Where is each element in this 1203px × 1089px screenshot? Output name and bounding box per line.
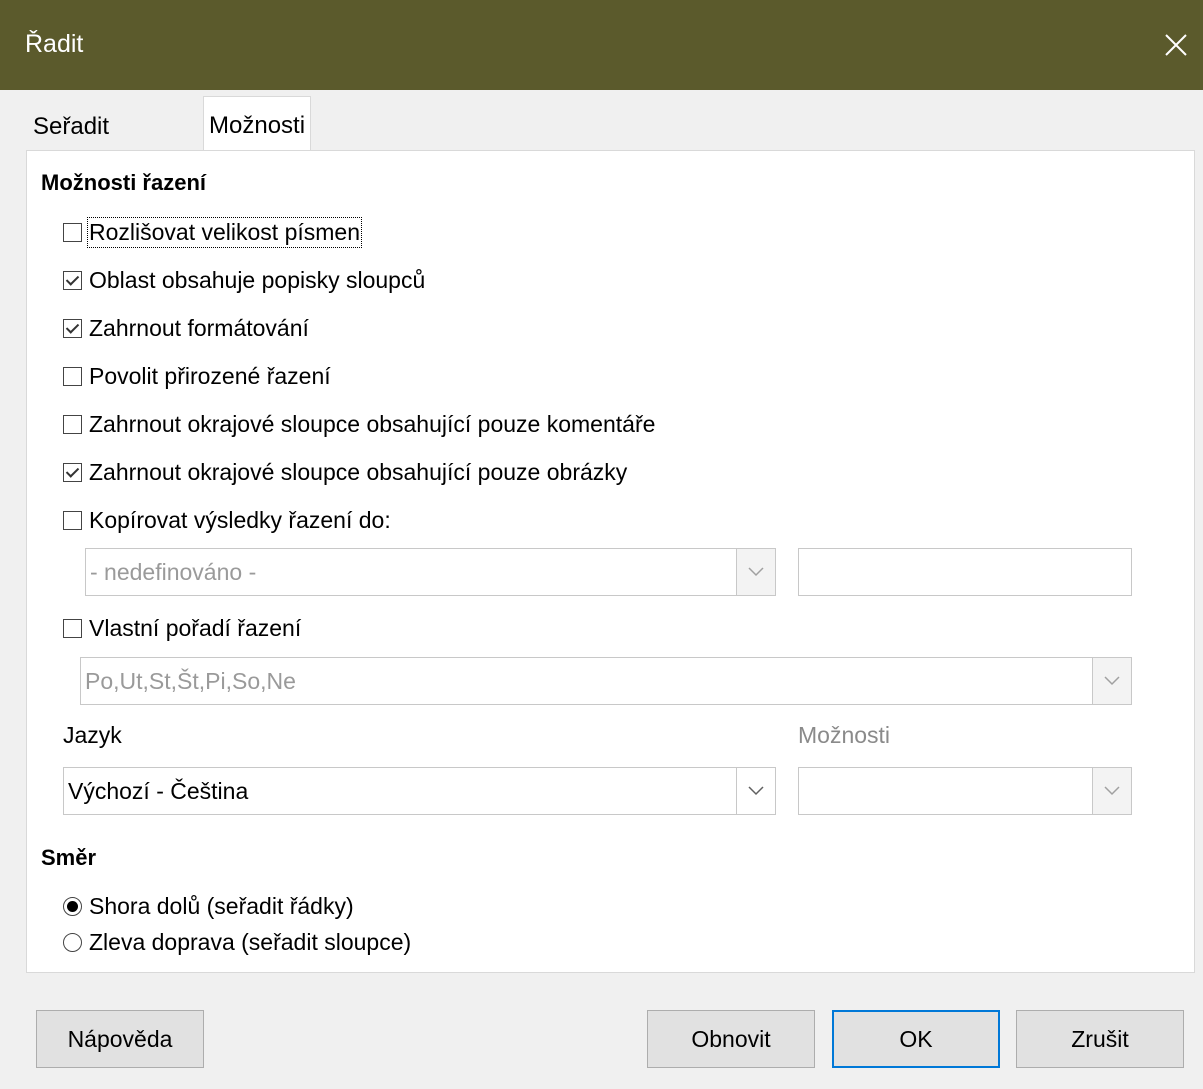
custom-order-checkbox[interactable] xyxy=(63,618,82,638)
language-label: Jazyk xyxy=(63,722,122,748)
custom-order-value: Po,Ut,St,Št,Pi,So,Ne xyxy=(85,668,296,694)
natural-sort-checkbox[interactable] xyxy=(63,366,82,386)
sort-options-heading: Možnosti řazení xyxy=(41,170,207,195)
include-images-checkbox[interactable] xyxy=(63,462,82,482)
tab-sort-criteria[interactable]: Seřadit podle xyxy=(28,104,114,186)
column-labels-label: Oblast obsahuje popisky sloupců xyxy=(89,266,426,293)
left-to-right-label: Zleva doprava (seřadit sloupce) xyxy=(89,928,412,955)
algorithm-options-label: Možnosti xyxy=(798,722,891,748)
include-formats-checkbox[interactable] xyxy=(63,318,82,338)
include-images-option[interactable]: Zahrnout okrajové sloupce obsahující pou… xyxy=(63,456,627,488)
copy-target-value: - nedefinováno - xyxy=(90,559,257,585)
chevron-down-icon[interactable] xyxy=(1092,768,1131,814)
direction-heading: Směr xyxy=(41,845,97,870)
copy-results-label: Kopírovat výsledky řazení do: xyxy=(89,506,391,533)
chevron-down-icon[interactable] xyxy=(736,549,775,595)
copy-results-option[interactable]: Kopírovat výsledky řazení do: xyxy=(63,504,391,536)
include-formats-label: Zahrnout formátování xyxy=(89,314,309,341)
top-to-bottom-radio[interactable] xyxy=(63,896,82,916)
help-button[interactable]: Nápověda xyxy=(36,1010,204,1068)
custom-order-option[interactable]: Vlastní pořadí řazení xyxy=(63,612,301,644)
top-to-bottom-label: Shora dolů (seřadit řádky) xyxy=(89,892,354,919)
column-labels-checkbox[interactable] xyxy=(63,270,82,290)
include-comments-checkbox[interactable] xyxy=(63,414,82,434)
custom-order-select[interactable]: Po,Ut,St,Št,Pi,So,Ne xyxy=(80,657,1132,705)
case-sensitive-checkbox[interactable] xyxy=(63,222,82,242)
chevron-down-icon[interactable] xyxy=(1092,658,1131,704)
dialog-title: Řadit xyxy=(25,30,84,58)
natural-sort-option[interactable]: Povolit přirozené řazení xyxy=(63,360,331,392)
custom-order-label: Vlastní pořadí řazení xyxy=(89,614,302,641)
copy-results-checkbox[interactable] xyxy=(63,510,82,530)
chevron-down-icon[interactable] xyxy=(736,768,775,814)
reset-button[interactable]: Obnovit xyxy=(647,1010,815,1068)
left-to-right-option[interactable]: Zleva doprava (seřadit sloupce) xyxy=(63,926,411,958)
close-icon[interactable] xyxy=(1155,24,1197,66)
include-comments-label: Zahrnout okrajové sloupce obsahující pou… xyxy=(89,410,656,437)
left-to-right-radio[interactable] xyxy=(63,932,82,952)
sort-dialog: Řadit Seřadit podle Možnosti Možnosti řa… xyxy=(0,0,1203,1089)
copy-target-input[interactable] xyxy=(798,548,1132,596)
tab-options[interactable]: Možnosti xyxy=(203,96,312,151)
natural-sort-label: Povolit přirozené řazení xyxy=(89,362,331,389)
ok-button[interactable]: OK xyxy=(832,1010,1000,1068)
language-value: Výchozí - Čeština xyxy=(68,778,249,804)
include-images-label: Zahrnout okrajové sloupce obsahující pou… xyxy=(89,458,628,485)
algorithm-options-select[interactable] xyxy=(798,767,1132,815)
language-select[interactable]: Výchozí - Čeština xyxy=(63,767,776,815)
include-formats-option[interactable]: Zahrnout formátování xyxy=(63,312,309,344)
column-labels-option[interactable]: Oblast obsahuje popisky sloupců xyxy=(63,264,425,296)
copy-target-select[interactable]: - nedefinováno - xyxy=(85,548,776,596)
case-sensitive-option[interactable]: Rozlišovat velikost písmen xyxy=(63,216,362,248)
top-to-bottom-option[interactable]: Shora dolů (seřadit řádky) xyxy=(63,890,354,922)
case-sensitive-label: Rozlišovat velikost písmen xyxy=(87,216,362,248)
include-comments-option[interactable]: Zahrnout okrajové sloupce obsahující pou… xyxy=(63,408,655,440)
title-bar: Řadit xyxy=(0,0,1203,90)
cancel-button[interactable]: Zrušit xyxy=(1016,1010,1184,1068)
